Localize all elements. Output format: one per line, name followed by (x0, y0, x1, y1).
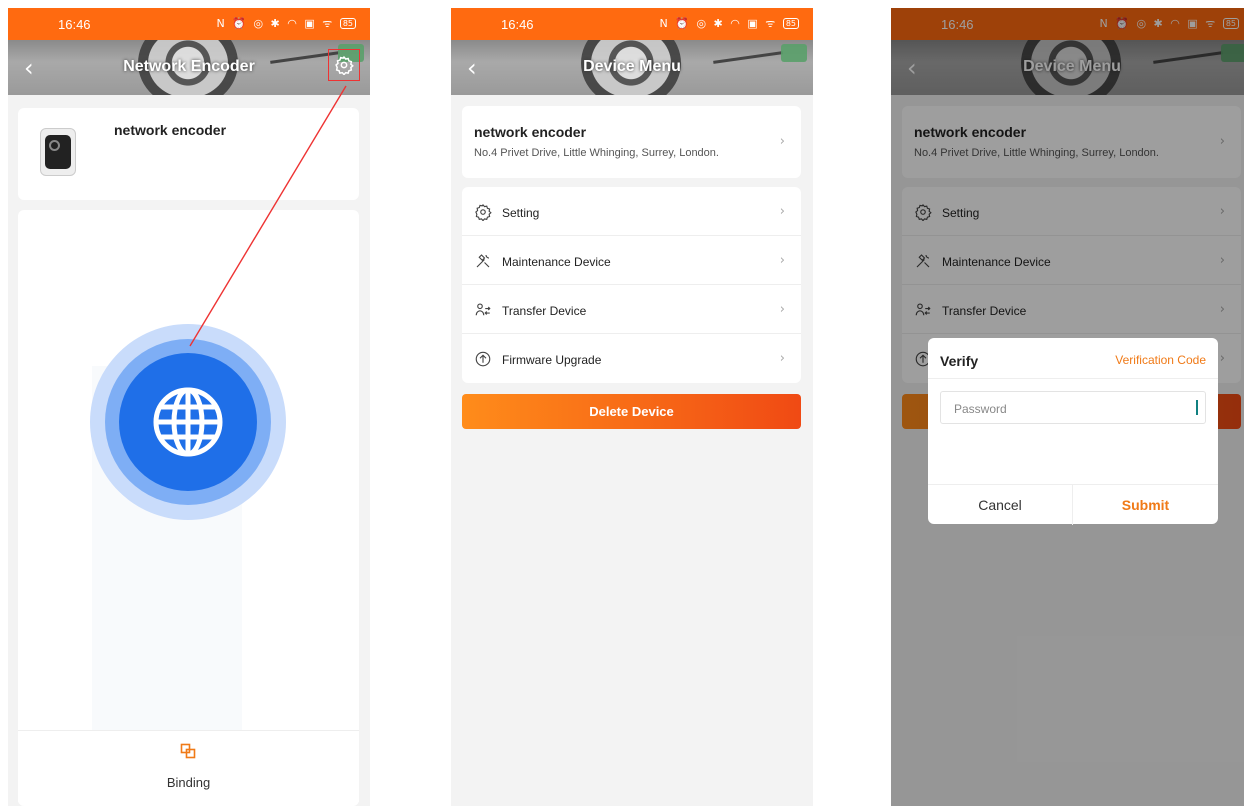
battery-icon: 85 (782, 18, 799, 29)
status-time: 16:46 (58, 17, 91, 32)
device-info-card[interactable]: network encoder No.4 Privet Drive, Littl… (462, 106, 801, 178)
menu-item-firmware[interactable]: Firmware Upgrade › (462, 334, 801, 383)
menu-item-setting[interactable]: Setting › (462, 187, 801, 236)
binding-label: Binding (166, 775, 211, 790)
submit-button[interactable]: Submit (1073, 485, 1218, 525)
screen-network-encoder: 16:46 N ⏰ ◎ ✱ ◠ ▣ ᯤ 85 ‹ Network Encoder… (8, 8, 370, 806)
binding-icon (180, 743, 196, 759)
verify-dialog: Verify Verification Code Password Cancel… (928, 338, 1218, 525)
device-thumbnail (40, 128, 76, 176)
device-name: network encoder (474, 124, 587, 140)
status-icons-text: N ⏰ ◎ ✱ ◠ ▣ ᯤ (659, 17, 778, 30)
nav-bar: ‹ Device Menu (451, 40, 813, 95)
status-icons-text: N ⏰ ◎ ✱ ◠ ▣ ᯤ (216, 17, 335, 30)
nav-bar: ‹ Network Encoder (8, 40, 370, 95)
device-thumbnail-face (45, 135, 71, 169)
chevron-right-icon: › (779, 134, 785, 149)
chevron-right-icon: › (779, 253, 785, 268)
status-bar: 16:46 N ⏰ ◎ ✱ ◠ ▣ ᯤ 85 (8, 8, 370, 40)
device-name: network encoder (114, 122, 227, 138)
gear-icon (475, 203, 492, 221)
screen-device-menu: 16:46 N ⏰ ◎ ✱ ◠ ▣ ᯤ 85 ‹ Device Menu net… (451, 8, 813, 806)
dialog-title: Verify (940, 353, 979, 369)
chevron-right-icon: › (779, 302, 785, 317)
device-thumbnail-lens (49, 140, 60, 151)
menu-item-maintenance[interactable]: Maintenance Device › (462, 236, 801, 285)
delete-device-button[interactable]: Delete Device (462, 394, 801, 429)
menu-item-label: Setting (502, 206, 540, 220)
upgrade-icon (475, 351, 491, 367)
status-icons: N ⏰ ◎ ✱ ◠ ▣ ᯤ 85 (660, 16, 799, 31)
menu-item-label: Firmware Upgrade (502, 353, 602, 367)
status-icons: N ⏰ ◎ ✱ ◠ ▣ ᯤ 85 (217, 16, 356, 31)
cancel-button[interactable]: Cancel (928, 485, 1073, 525)
globe-icon (153, 387, 223, 457)
password-input[interactable]: Password (940, 391, 1206, 424)
dialog-divider (928, 378, 1218, 379)
menu-item-label: Maintenance Device (502, 255, 611, 269)
dialog-footer: Cancel Submit (928, 484, 1218, 525)
chevron-right-icon: › (779, 204, 785, 219)
status-bar: 16:46 N ⏰ ◎ ✱ ◠ ▣ ᯤ 85 (451, 8, 813, 40)
settings-gear-icon[interactable] (328, 49, 360, 81)
device-address: No.4 Privet Drive, Little Whinging, Surr… (474, 147, 719, 159)
text-cursor (1196, 400, 1198, 415)
verification-code-link[interactable]: Verification Code (1115, 353, 1206, 367)
battery-icon: 85 (339, 18, 356, 29)
page-title: Network Encoder (123, 58, 255, 75)
menu-item-label: Transfer Device (502, 304, 587, 318)
page-title: Device Menu (583, 58, 681, 75)
menu-list: Setting › Maintenance Device › Transfer … (462, 187, 801, 383)
chevron-right-icon: › (779, 351, 785, 366)
status-time: 16:46 (501, 17, 534, 32)
binding-button[interactable]: Binding (18, 730, 359, 802)
tools-icon (476, 254, 490, 268)
transfer-icon (475, 303, 491, 316)
screen-device-menu-verify: 16:46 N ⏰ ◎ ✱ ◠ ▣ ᯤ 85 ‹ Device Menu net… (891, 8, 1244, 806)
menu-item-transfer[interactable]: Transfer Device › (462, 285, 801, 334)
device-card[interactable]: network encoder (18, 108, 359, 200)
